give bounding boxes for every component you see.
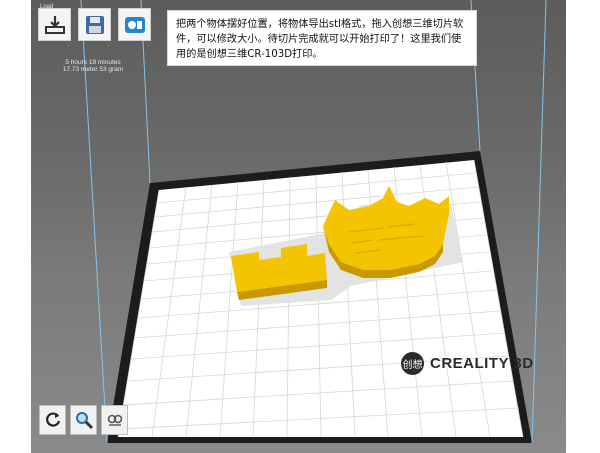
creality-brand: 创想 CREALITY 3D bbox=[401, 352, 534, 375]
save-button[interactable] bbox=[78, 8, 111, 41]
save-icon bbox=[85, 15, 104, 34]
creality-app-button[interactable] bbox=[118, 8, 151, 41]
creality-logo: 创想 bbox=[401, 352, 424, 375]
zoom-button[interactable] bbox=[70, 405, 97, 435]
print-material: 17.73 meter 53 gram bbox=[62, 66, 124, 73]
load-icon bbox=[44, 15, 65, 34]
bottom-toolbar bbox=[39, 405, 128, 435]
view-mode-button[interactable] bbox=[101, 405, 128, 435]
magnifier-icon bbox=[75, 412, 93, 430]
rotate-button[interactable] bbox=[39, 405, 66, 435]
rotate-icon bbox=[45, 412, 60, 427]
load-button[interactable] bbox=[38, 8, 71, 41]
instruction-caption: 把两个物体摆好位置，将物体导出stl格式，拖入创想三维切片软件，可以修改大小。待… bbox=[167, 10, 477, 66]
3d-viewport[interactable]: Load 5 hours 19 minutes 17.73 meter 53 g… bbox=[31, 0, 566, 453]
print-time: 5 hours 19 minutes bbox=[65, 59, 121, 66]
top-toolbar bbox=[38, 8, 151, 41]
creality-app-icon bbox=[124, 16, 145, 33]
print-estimate: 5 hours 19 minutes 17.73 meter 53 gram bbox=[55, 59, 131, 73]
view-mode-icon bbox=[107, 414, 122, 426]
brand-name: CREALITY 3D bbox=[430, 355, 534, 372]
